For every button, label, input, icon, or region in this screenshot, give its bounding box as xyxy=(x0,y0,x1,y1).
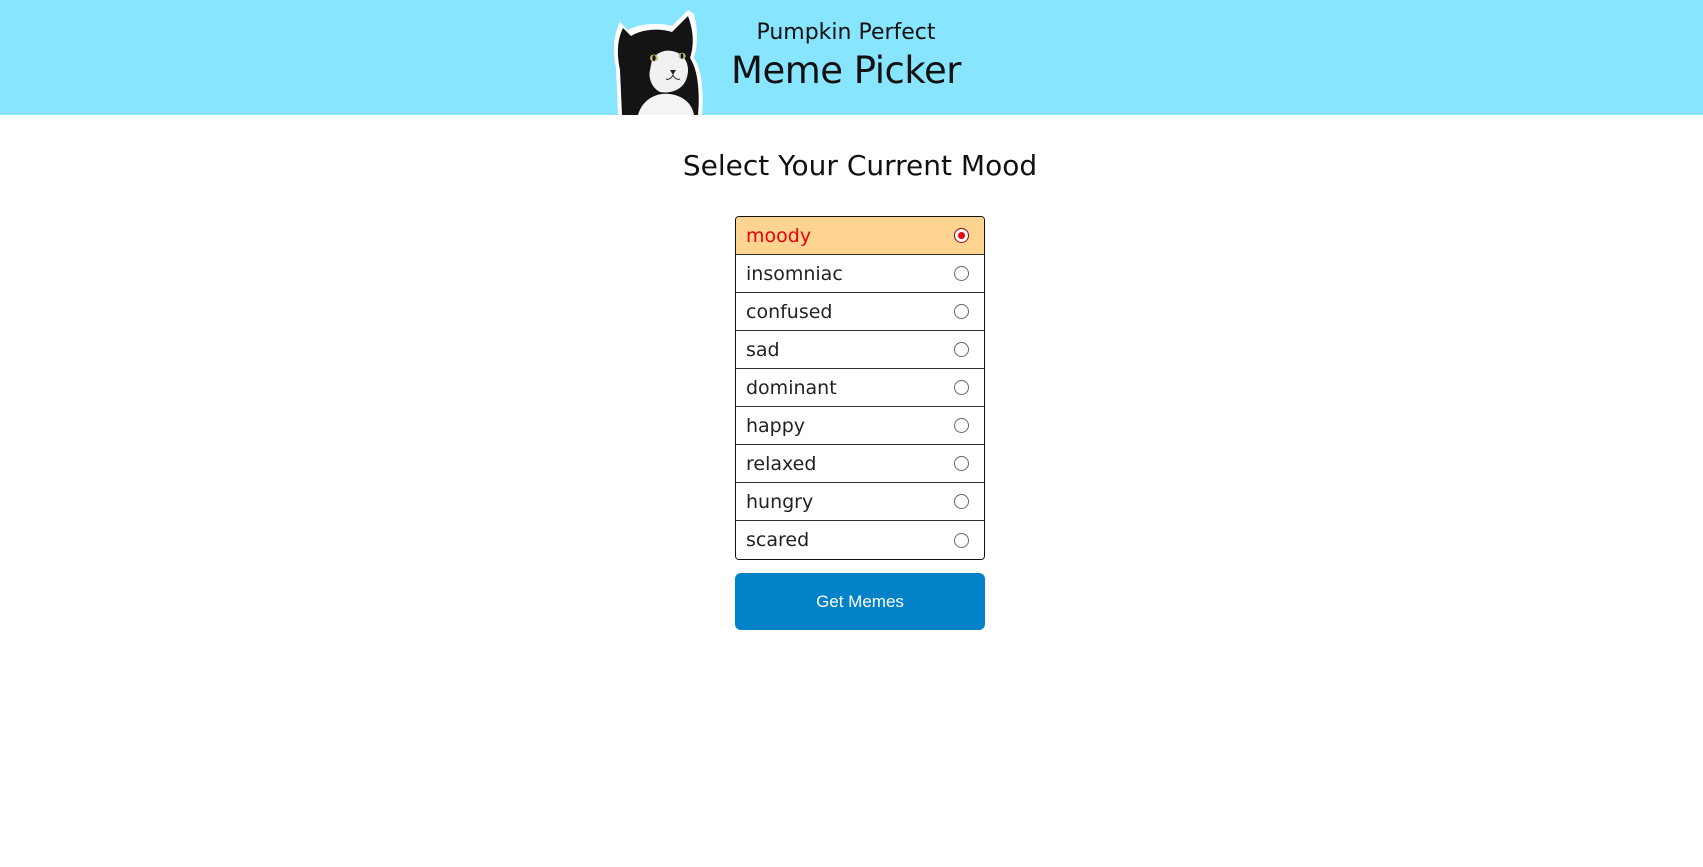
mood-option-scared[interactable]: scared xyxy=(736,521,984,559)
mood-option-confused[interactable]: confused xyxy=(736,293,984,331)
mood-option-label: moody xyxy=(746,224,812,247)
brand-block: Pumpkin Perfect Meme Picker xyxy=(726,18,966,94)
brand-subtitle: Pumpkin Perfect xyxy=(756,20,936,45)
mood-radio-button[interactable] xyxy=(954,494,969,509)
mood-radio-button[interactable] xyxy=(954,380,969,395)
mood-option-label: happy xyxy=(746,414,806,437)
mood-radio-button[interactable] xyxy=(954,456,969,471)
mood-option-happy[interactable]: happy xyxy=(736,407,984,445)
mood-radio-button[interactable] xyxy=(954,228,969,243)
cat-logo-icon xyxy=(613,10,703,115)
mood-option-sad[interactable]: sad xyxy=(736,331,984,369)
mood-option-label: confused xyxy=(746,300,833,323)
mood-option-dominant[interactable]: dominant xyxy=(736,369,984,407)
mood-option-insomniac[interactable]: insomniac xyxy=(736,255,984,293)
mood-option-hungry[interactable]: hungry xyxy=(736,483,984,521)
get-memes-button[interactable]: Get Memes xyxy=(735,573,985,630)
page-heading: Select Your Current Mood xyxy=(682,149,1038,182)
mood-radio-button[interactable] xyxy=(954,266,969,281)
brand-title: Meme Picker xyxy=(731,49,961,92)
mood-option-label: sad xyxy=(746,338,780,361)
mood-option-label: hungry xyxy=(746,490,814,513)
mood-radio-button[interactable] xyxy=(954,418,969,433)
mood-option-label: dominant xyxy=(746,376,837,399)
mood-option-relaxed[interactable]: relaxed xyxy=(736,445,984,483)
app-header: Pumpkin Perfect Meme Picker xyxy=(0,0,1703,115)
mood-option-label: scared xyxy=(746,529,810,551)
mood-radio-button[interactable] xyxy=(954,532,969,548)
mood-option-label: insomniac xyxy=(746,262,843,285)
mood-radio-button[interactable] xyxy=(954,342,969,357)
mood-option-moody[interactable]: moody xyxy=(736,217,984,255)
mood-option-label: relaxed xyxy=(746,452,817,475)
mood-radio-button[interactable] xyxy=(954,304,969,319)
mood-radio-list: moody insomniac confused sad dominant happy re… xyxy=(735,216,985,560)
